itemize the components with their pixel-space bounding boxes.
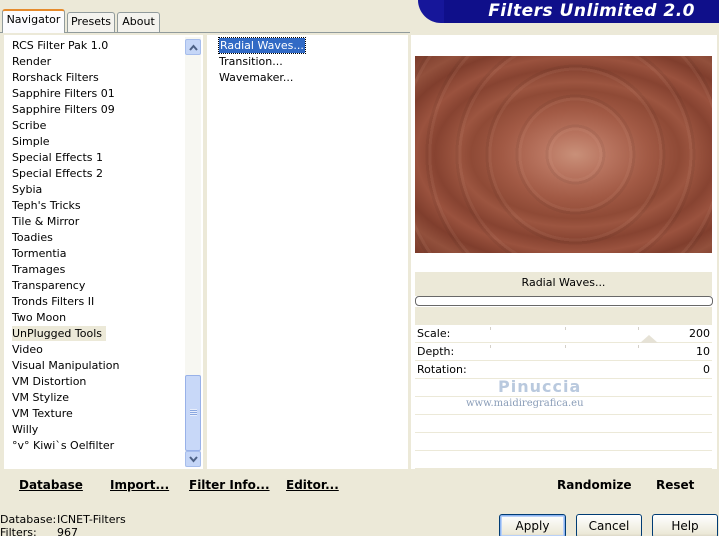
status-label: Filters: [0, 526, 37, 536]
list-item[interactable]: °v° Kiwi`s Oelfilter [12, 438, 114, 453]
watermark-name: Pinuccia [498, 377, 582, 396]
editor-button[interactable]: Editor... [286, 478, 339, 492]
randomize-button[interactable]: Randomize [557, 478, 631, 492]
chevron-up-icon [189, 44, 198, 51]
list-item[interactable]: RCS Filter Pak 1.0 [12, 38, 108, 53]
chevron-down-icon [189, 456, 198, 463]
list-item[interactable]: Sapphire Filters 09 [12, 102, 115, 117]
param-depth[interactable]: Depth: 10 [415, 343, 712, 361]
reset-button[interactable]: Reset [656, 478, 694, 492]
param-scale[interactable]: Scale: 200 [415, 325, 712, 343]
list-item[interactable]: Tronds Filters II [12, 294, 94, 309]
scroll-thumb[interactable] [185, 375, 201, 451]
list-item[interactable]: VM Texture [12, 406, 73, 421]
list-item[interactable]: Teph's Tricks [12, 198, 81, 213]
filter-list[interactable]: Radial Waves... Transition... Wavemaker... [207, 35, 408, 469]
scroll-down-button[interactable] [185, 451, 201, 467]
list-item[interactable]: UnPlugged Tools [12, 326, 106, 341]
slider-marker[interactable] [640, 335, 658, 343]
list-item[interactable]: Rorshack Filters [12, 70, 99, 85]
param-label: Rotation: [417, 363, 467, 376]
list-item[interactable]: Visual Manipulation [12, 358, 119, 373]
tab-navigator[interactable]: Navigator [2, 9, 65, 33]
list-item[interactable]: Sapphire Filters 01 [12, 86, 115, 101]
list-item[interactable]: Toadies [12, 230, 53, 245]
list-item[interactable]: Tormentia [12, 246, 66, 261]
param-label: Depth: [417, 345, 455, 358]
preview-image [415, 56, 712, 253]
filter-list-item[interactable]: Transition... [219, 54, 283, 69]
param-label: Scale: [417, 327, 451, 340]
list-item[interactable]: Willy [12, 422, 38, 437]
list-item[interactable]: Special Effects 1 [12, 150, 103, 165]
list-item[interactable]: Simple [12, 134, 50, 149]
list-item[interactable]: Transparency [12, 278, 85, 293]
filter-list-item[interactable]: Radial Waves... [218, 37, 306, 54]
list-item[interactable]: Sybia [12, 182, 42, 197]
param-value: 10 [696, 345, 710, 358]
current-filter-name: Radial Waves... [415, 272, 712, 296]
empty-param-row [415, 452, 712, 469]
status-filters: Filters: 967 [0, 526, 78, 536]
list-item[interactable]: Tramages [12, 262, 65, 277]
category-scrollbar[interactable] [185, 37, 201, 467]
title-banner: Filters Unlimited 2.0 [418, 0, 719, 23]
empty-param-row [415, 434, 712, 451]
database-button[interactable]: Database [19, 478, 83, 492]
tab-presets[interactable]: Presets [67, 12, 115, 32]
list-item[interactable]: Tile & Mirror [12, 214, 79, 229]
list-item[interactable]: Special Effects 2 [12, 166, 103, 181]
help-button[interactable]: Help [652, 514, 718, 536]
tab-about[interactable]: About [117, 12, 160, 32]
list-item[interactable]: Two Moon [12, 310, 66, 325]
list-item[interactable]: Render [12, 54, 51, 69]
cancel-button[interactable]: Cancel [576, 514, 642, 536]
status-value: ICNET-Filters [57, 513, 126, 526]
category-list[interactable]: RCS Filter Pak 1.0 Render Rorshack Filters… [4, 35, 203, 469]
progress-bar [415, 296, 713, 306]
scroll-up-button[interactable] [185, 39, 201, 55]
empty-param-row [415, 416, 712, 433]
watermark-site: www.maidiregrafica.eu [466, 398, 584, 409]
import-button[interactable]: Import... [110, 478, 169, 492]
list-item[interactable]: Scribe [12, 118, 46, 133]
list-item[interactable]: VM Distortion [12, 374, 86, 389]
filter-info-button[interactable]: Filter Info... [189, 478, 270, 492]
banner-title: Filters Unlimited 2.0 [488, 1, 695, 21]
list-item[interactable]: Video [12, 342, 43, 357]
status-database: Database:ICNET-Filters [0, 513, 126, 526]
params-header [415, 307, 712, 325]
status-label: Database: [0, 513, 57, 526]
param-value: 200 [689, 327, 710, 340]
list-item[interactable]: VM Stylize [12, 390, 69, 405]
filter-list-item[interactable]: Wavemaker... [219, 70, 293, 85]
status-value: 967 [57, 526, 78, 536]
param-value: 0 [703, 363, 710, 376]
apply-button[interactable]: Apply [499, 514, 566, 536]
